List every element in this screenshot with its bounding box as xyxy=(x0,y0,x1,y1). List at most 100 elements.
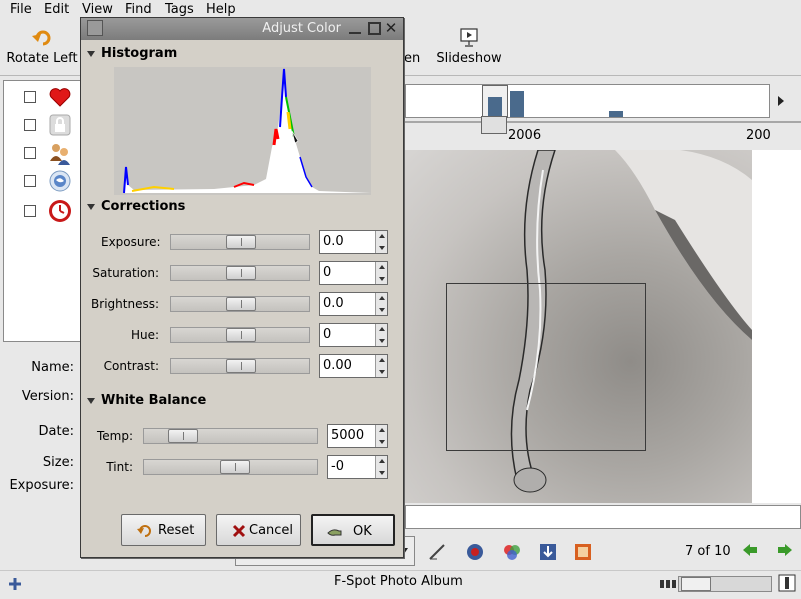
tag-checkbox[interactable] xyxy=(24,91,36,103)
histogram-graph xyxy=(123,68,371,194)
saturation-spinbutton[interactable] xyxy=(319,261,388,285)
temp-slider[interactable] xyxy=(143,428,318,444)
tag-checkbox[interactable] xyxy=(24,205,36,217)
menu-find[interactable]: Find xyxy=(125,2,152,17)
selection-rectangle[interactable] xyxy=(446,283,646,451)
edit-photo-icon[interactable] xyxy=(573,542,593,562)
cancel-button[interactable]: Cancel xyxy=(216,514,301,546)
ok-button[interactable]: OK xyxy=(311,514,395,546)
contrast-slider[interactable] xyxy=(170,358,310,374)
contrast-spinbutton[interactable] xyxy=(319,354,388,378)
window-menu-icon[interactable] xyxy=(87,20,103,36)
tint-spinbutton[interactable] xyxy=(327,455,388,479)
brightness-spinbutton[interactable] xyxy=(319,292,388,316)
hue-slider[interactable] xyxy=(170,327,310,343)
slideshow-label: Slideshow xyxy=(436,51,502,66)
minimize-icon[interactable] xyxy=(349,22,361,34)
timeline[interactable] xyxy=(405,84,770,118)
tag-checkbox[interactable] xyxy=(24,147,36,159)
tint-label: Tint: xyxy=(106,460,133,474)
menu-file[interactable]: File xyxy=(10,2,32,17)
straighten-icon[interactable] xyxy=(427,542,447,562)
spin-arrows[interactable] xyxy=(375,262,387,284)
slider-thumb[interactable] xyxy=(226,235,256,249)
slider-thumb[interactable] xyxy=(168,429,198,443)
red-eye-icon[interactable] xyxy=(465,542,485,562)
timeline-bar xyxy=(488,97,502,117)
menu-view[interactable]: View xyxy=(82,2,113,17)
crop-icon[interactable] xyxy=(538,542,558,562)
slider-thumb[interactable] xyxy=(681,577,711,591)
add-icon[interactable] xyxy=(8,577,22,591)
ruler-ticks xyxy=(405,121,801,123)
slideshow-icon xyxy=(460,28,478,47)
slider-thumb[interactable] xyxy=(220,460,250,474)
temp-label: Temp: xyxy=(96,429,133,443)
slider-thumb[interactable] xyxy=(226,297,256,311)
large-thumbnails-icon xyxy=(778,574,796,592)
spin-arrows[interactable] xyxy=(375,231,387,253)
previous-photo-icon[interactable] xyxy=(742,543,758,557)
spin-arrows[interactable] xyxy=(375,355,387,377)
info-version-label: Version: xyxy=(21,389,74,404)
corrections-heading: Corrections xyxy=(101,199,186,214)
status-bar: F-Spot Photo Album xyxy=(0,570,801,599)
slideshow-button[interactable]: Slideshow xyxy=(436,26,502,74)
reset-button[interactable]: Reset xyxy=(121,514,206,546)
timeline-next-year-label: 200 xyxy=(746,128,771,143)
temp-input[interactable] xyxy=(331,428,375,443)
page-counter: 7 of 10 xyxy=(685,544,731,559)
contrast-input[interactable] xyxy=(323,358,373,373)
maximize-icon[interactable] xyxy=(368,22,381,35)
thumbnail-size-slider[interactable] xyxy=(678,576,772,592)
fullscreen-button[interactable]: en xyxy=(404,26,426,74)
exposure-slider[interactable] xyxy=(170,234,310,250)
ruler-handle[interactable] xyxy=(481,116,507,134)
menu-help[interactable]: Help xyxy=(206,2,236,17)
timeline-year-label: 2006 xyxy=(508,128,542,143)
brightness-input[interactable] xyxy=(323,296,373,311)
slider-thumb[interactable] xyxy=(226,359,256,373)
spin-arrows[interactable] xyxy=(375,324,387,346)
arrow-right-icon xyxy=(778,96,784,106)
histogram-heading: Histogram xyxy=(101,46,178,61)
thumbnail-size-icon xyxy=(660,580,676,588)
spin-arrows[interactable] xyxy=(375,293,387,315)
hue-spinbutton[interactable] xyxy=(319,323,388,347)
photo-toolbar: 7 of 10 xyxy=(235,532,801,570)
rotate-left-button[interactable]: Rotate Left xyxy=(4,26,80,74)
white-balance-expander[interactable]: White Balance xyxy=(87,393,206,408)
close-icon[interactable]: ✕ xyxy=(383,21,399,37)
hue-input[interactable] xyxy=(323,327,373,342)
timeline-bar xyxy=(510,91,524,117)
timeline-bar xyxy=(609,111,623,117)
expander-arrow-icon xyxy=(87,397,95,404)
exposure-spinbutton[interactable] xyxy=(319,230,388,254)
spin-arrows[interactable] xyxy=(375,425,387,447)
exposure-input[interactable] xyxy=(323,234,373,249)
menu-edit[interactable]: Edit xyxy=(44,2,69,17)
saturation-slider[interactable] xyxy=(170,265,310,281)
slider-thumb[interactable] xyxy=(226,266,256,280)
info-size-label: Size: xyxy=(42,455,74,470)
ok-icon xyxy=(327,529,342,536)
dialog-titlebar[interactable]: Adjust Color ✕ xyxy=(81,18,403,40)
histogram-expander[interactable]: Histogram xyxy=(87,46,177,61)
saturation-input[interactable] xyxy=(323,265,373,280)
tint-input[interactable] xyxy=(331,459,375,474)
temp-spinbutton[interactable] xyxy=(327,424,388,448)
corrections-expander[interactable]: Corrections xyxy=(87,199,185,214)
next-photo-icon[interactable] xyxy=(777,543,793,557)
timeline-scroll-right[interactable] xyxy=(772,84,800,118)
tag-checkbox[interactable] xyxy=(24,119,36,131)
spin-arrows[interactable] xyxy=(375,456,387,478)
tag-checkbox[interactable] xyxy=(24,175,36,187)
lock-icon xyxy=(49,114,71,136)
tint-slider[interactable] xyxy=(143,459,318,475)
menu-tags[interactable]: Tags xyxy=(165,2,194,17)
brightness-slider[interactable] xyxy=(170,296,310,312)
saturation-label: Saturation: xyxy=(92,266,159,280)
color-adjust-icon[interactable] xyxy=(502,542,522,562)
slider-thumb[interactable] xyxy=(226,328,256,342)
comment-field[interactable] xyxy=(405,505,801,529)
